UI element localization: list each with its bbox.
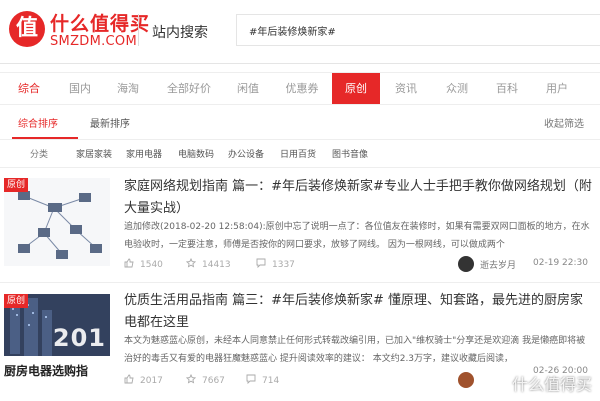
views-stat[interactable]: 1540 [124,258,163,270]
tab-original[interactable]: 原创 [332,73,380,105]
tab-idle[interactable]: 闲值 [224,73,272,105]
article-thumbnail[interactable]: 原创 201 厨房电器选购指 [4,294,110,382]
author-name[interactable]: 逝去岁月 [480,258,516,271]
search-input[interactable]: #年后装修焕新家# [236,14,600,46]
divider [0,282,600,283]
views-stat[interactable]: 2017 [124,374,163,386]
comment-icon [246,374,256,384]
thumbs-up-icon [124,258,134,268]
article-summary: 追加修改(2018-02-20 12:58:04):原创中忘了说明一点了：各位值… [124,222,590,250]
tab-news[interactable]: 资讯 [380,73,432,105]
tab-crowd-test[interactable]: 众测 [432,73,482,105]
article-title[interactable]: 家庭网络规划指南 篇一：#年后装修焕新家#专业人士手把手教你做网络规划（附大量实… [124,176,594,220]
likes-count: 14413 [202,260,231,270]
article-summary: 本文为魅惑蓝心原创，未经本人同意禁止任何形式转载改编引用，已加入"维权骑士"分享… [124,336,586,364]
site-header: 值 什么值得买 SMZDM.COM 站内搜索 #年后装修焕新家# [0,0,600,64]
category-computers[interactable]: 电脑数码 [178,147,214,160]
avatar[interactable] [458,256,474,272]
header-divider [138,14,139,46]
article-title[interactable]: 优质生活用品指南 篇三：#年后装修焕新家# 懂原理、知套路，最先进的厨房家电都在… [124,290,594,334]
tab-coupons[interactable]: 优惠券 [272,73,332,105]
active-sort-indicator [12,137,78,139]
sort-bar: 综合排序 最新排序 收起筛选 [0,104,600,140]
likes-count: 7667 [202,376,225,386]
article-meta: 1540 14413 1337 [124,258,594,272]
tab-domestic[interactable]: 国内 [58,73,102,105]
tab-overseas[interactable]: 海淘 [102,73,154,105]
collapse-filter-button[interactable]: 收起筛选 [544,115,584,130]
watermark-logo: 什么值得买 [511,375,592,394]
category-home[interactable]: 家居家装 [76,147,112,160]
thumbs-up-icon [124,374,134,384]
original-badge: 原创 [4,178,29,192]
logo-icon[interactable]: 值 [9,11,45,47]
logo-domain[interactable]: SMZDM.COM [50,34,137,49]
thumbnail-year-text: 201 [52,324,106,352]
star-icon [186,258,196,268]
article-thumbnail[interactable]: 原创 [4,178,110,266]
category-filter: 分类 家居家装 家用电器 电脑数码 办公设备 日用百货 图书音像 [0,140,600,168]
search-query-text: #年后装修焕新家# [249,27,336,38]
views-count: 1540 [140,260,163,270]
sort-latest[interactable]: 最新排序 [90,115,130,130]
page-title: 站内搜索 [152,25,208,41]
comment-icon [256,258,266,268]
category-books[interactable]: 图书音像 [332,147,368,160]
star-icon [186,374,196,384]
tab-all-deals[interactable]: 全部好价 [154,73,224,105]
thumbnail-caption: 厨房电器选购指 [4,364,89,378]
logo-text[interactable]: 什么值得买 [50,9,150,36]
tab-wiki[interactable]: 百科 [482,73,532,105]
list-item[interactable]: 原创 201 厨房电器选购指 优质生活用品指南 篇三：#年后装修焕新家# 懂原理… [0,286,600,401]
search-type-tabs: 综合 国内 海淘 全部好价 闲值 优惠券 原创 资讯 众测 百科 用户 [0,72,600,105]
category-office[interactable]: 办公设备 [228,147,264,160]
original-badge: 原创 [4,294,29,308]
comments-stat[interactable]: 714 [246,374,279,386]
likes-stat[interactable]: 14413 [186,258,231,270]
tab-overall[interactable]: 综合 [0,73,58,105]
views-count: 2017 [140,376,163,386]
likes-stat[interactable]: 7667 [186,374,225,386]
comments-count: 1337 [272,260,295,270]
category-appliances[interactable]: 家用电器 [126,147,162,160]
sort-overall[interactable]: 综合排序 [18,115,58,130]
comments-count: 714 [262,376,280,386]
category-label: 分类 [30,150,49,160]
tab-users[interactable]: 用户 [532,73,582,105]
list-item[interactable]: 原创 家庭网络规划指南 篇一：#年后装修焕新家#专业人士手把手教你做网络规划（附… [0,170,600,282]
avatar[interactable] [458,372,474,388]
category-daily[interactable]: 日用百货 [280,147,316,160]
comments-stat[interactable]: 1337 [256,258,295,270]
publish-time: 02-19 22:30 [533,258,588,268]
